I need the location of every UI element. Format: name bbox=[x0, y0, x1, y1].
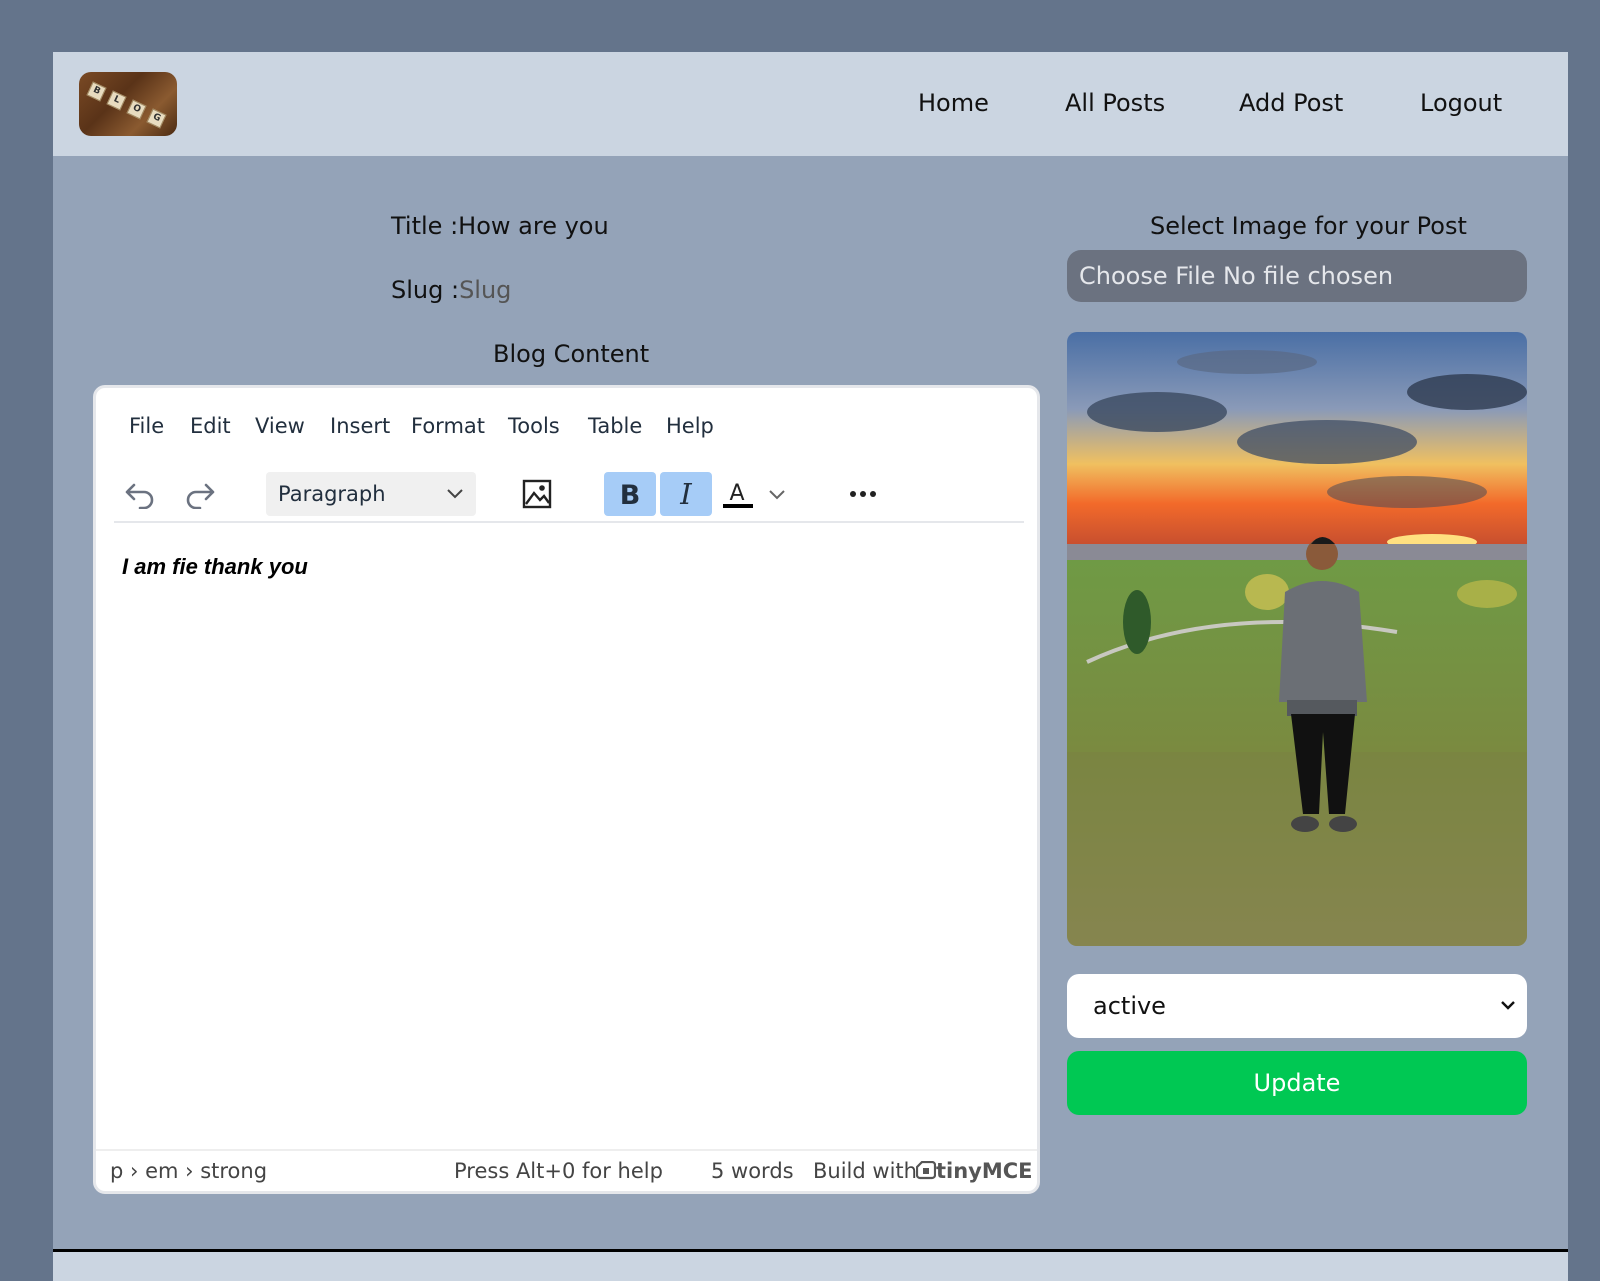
logo-tile: B bbox=[86, 81, 107, 102]
block-format-value: Paragraph bbox=[278, 482, 386, 506]
block-format-dropdown[interactable]: Paragraph bbox=[266, 472, 476, 516]
tinymce-logo[interactable]: tinyMCE bbox=[915, 1159, 1033, 1183]
blog-logo[interactable]: B L O G bbox=[79, 72, 177, 136]
nav-add-post-link[interactable]: Add Post bbox=[1239, 89, 1343, 117]
menu-tools[interactable]: Tools bbox=[508, 414, 560, 438]
update-button[interactable]: Update bbox=[1067, 1051, 1527, 1115]
top-nav: B L O G Home All Posts Add Post Logout bbox=[53, 52, 1568, 156]
title-field[interactable]: Title :How are you bbox=[391, 212, 609, 240]
help-hint: Press Alt+0 for help bbox=[454, 1159, 663, 1183]
menu-edit[interactable]: Edit bbox=[190, 414, 231, 438]
select-image-label: Select Image for your Post bbox=[1150, 212, 1467, 240]
title-input[interactable]: How are you bbox=[458, 212, 609, 240]
tinymce-brand: tinyMCE bbox=[936, 1159, 1033, 1183]
menu-view[interactable]: View bbox=[255, 414, 305, 438]
editor-statusbar: p › em › strong Press Alt+0 for help 5 w… bbox=[96, 1149, 1037, 1191]
menu-table[interactable]: Table bbox=[588, 414, 642, 438]
svg-text:I: I bbox=[679, 479, 692, 509]
menu-format[interactable]: Format bbox=[411, 414, 485, 438]
menu-file[interactable]: File bbox=[129, 414, 164, 438]
svg-text:B: B bbox=[620, 480, 641, 509]
slug-label: Slug : bbox=[391, 276, 460, 304]
footer bbox=[53, 1249, 1568, 1281]
logo-tile: L bbox=[106, 90, 127, 111]
italic-icon[interactable]: I bbox=[660, 472, 712, 516]
bold-icon[interactable]: B bbox=[604, 472, 656, 516]
post-image-preview bbox=[1067, 332, 1527, 946]
nav-home-link[interactable]: Home bbox=[918, 89, 989, 117]
redo-icon[interactable] bbox=[174, 472, 226, 516]
blog-content-label: Blog Content bbox=[493, 340, 650, 368]
status-select[interactable]: active bbox=[1067, 974, 1527, 1038]
image-file-input[interactable]: Choose File No file chosen bbox=[1067, 250, 1527, 302]
slug-field[interactable]: Slug :Slug bbox=[391, 276, 511, 304]
toolbar-divider bbox=[114, 521, 1024, 523]
status-select-value: active bbox=[1093, 992, 1166, 1020]
chevron-down-icon bbox=[1499, 974, 1517, 1062]
logo-tile: G bbox=[146, 108, 167, 129]
menu-insert[interactable]: Insert bbox=[330, 414, 390, 438]
page-container: B L O G Home All Posts Add Post Logout T… bbox=[53, 52, 1568, 1281]
text-color-icon[interactable]: A bbox=[720, 472, 790, 516]
menu-help[interactable]: Help bbox=[666, 414, 714, 438]
slug-input[interactable]: Slug bbox=[459, 276, 511, 304]
undo-icon[interactable] bbox=[114, 472, 166, 516]
title-label: Title : bbox=[391, 212, 459, 240]
nav-all-posts-link[interactable]: All Posts bbox=[1065, 89, 1165, 117]
more-icon[interactable] bbox=[837, 472, 889, 516]
editor-content[interactable]: I am fie thank you bbox=[122, 554, 308, 580]
svg-text:A: A bbox=[729, 481, 744, 506]
editor-toolbar: Paragraph B I A bbox=[96, 466, 1037, 526]
build-with-label: Build with bbox=[813, 1159, 917, 1183]
nav-logout-link[interactable]: Logout bbox=[1420, 89, 1502, 117]
element-path[interactable]: p › em › strong bbox=[110, 1159, 267, 1183]
rich-text-editor: File Edit View Insert Format Tools Table… bbox=[93, 385, 1040, 1194]
image-icon[interactable] bbox=[511, 472, 563, 516]
logo-tile: O bbox=[126, 99, 147, 120]
word-count[interactable]: 5 words bbox=[711, 1159, 794, 1183]
